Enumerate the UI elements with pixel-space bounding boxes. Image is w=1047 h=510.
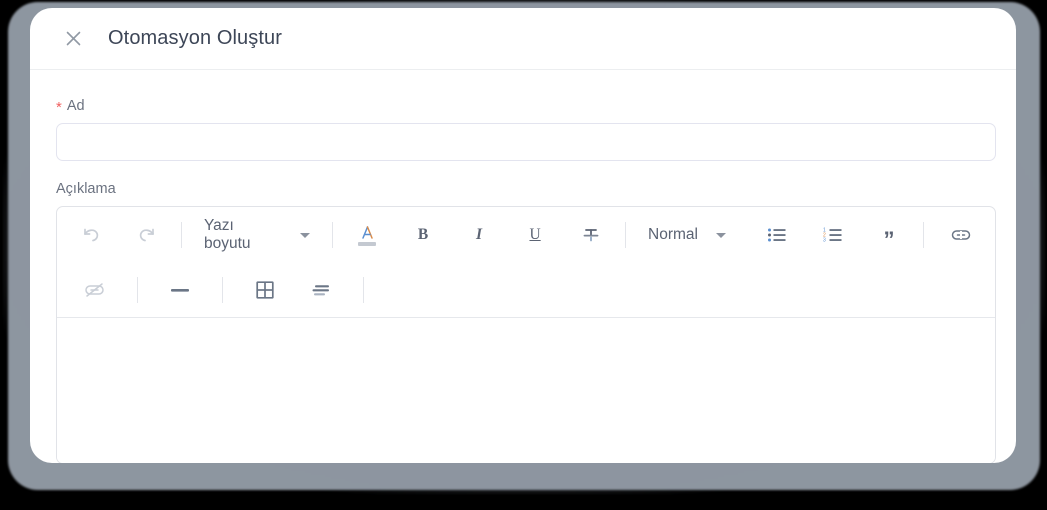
rich-text-editor: Yazı boyutu B I U Normal 1 2 3 ” (56, 206, 996, 463)
toolbar-divider (625, 222, 627, 248)
editor-toolbar-row-1: Yazı boyutu B I U Normal 1 2 3 ” (57, 207, 995, 263)
numbered-list-icon[interactable]: 1 2 3 (816, 218, 850, 252)
dialog-title: Otomasyon Oluştur (108, 27, 282, 49)
name-field-label: * Ad (56, 98, 990, 116)
horizontal-rule-icon[interactable] (163, 273, 197, 307)
italic-icon[interactable]: I (462, 218, 496, 252)
font-size-label: Yazı boyutu (203, 217, 251, 252)
link-icon[interactable] (944, 218, 978, 252)
dialog-header: Otomasyon Oluştur (30, 8, 1016, 70)
create-automation-dialog: Otomasyon Oluştur * Ad Açıklama Yazı boy… (30, 8, 1016, 463)
bold-glyph: B (417, 226, 429, 243)
bulleted-list-icon[interactable] (760, 218, 794, 252)
toolbar-divider (181, 222, 182, 248)
bold-icon[interactable]: B (406, 218, 440, 252)
svg-text:3: 3 (823, 238, 826, 243)
description-editor-content[interactable] (57, 318, 995, 463)
chevron-down-icon (300, 232, 311, 238)
paragraph-style-select[interactable]: Normal (642, 218, 732, 252)
toolbar-divider (363, 277, 364, 303)
name-label-text: Ad (66, 98, 85, 114)
undo-icon[interactable] (74, 218, 108, 252)
unlink-icon[interactable] (78, 273, 112, 307)
underline-glyph: U (529, 226, 541, 243)
strikethrough-icon[interactable] (574, 218, 608, 252)
paragraph-style-label: Normal (648, 226, 698, 243)
quote-glyph: ” (883, 227, 895, 252)
font-size-select[interactable]: Yazı boyutu (198, 217, 316, 252)
italic-glyph: I (476, 226, 483, 243)
align-left-icon[interactable] (304, 273, 338, 307)
chevron-down-icon (716, 232, 726, 238)
redo-icon[interactable] (130, 218, 164, 252)
description-label-text: Açıklama (56, 181, 116, 197)
dialog-body: * Ad Açıklama Yazı boyutu B I U Normal 1… (30, 70, 1016, 463)
close-icon[interactable] (56, 22, 90, 56)
toolbar-divider (332, 222, 334, 248)
text-color-icon[interactable] (350, 218, 384, 252)
description-field-label: Açıklama (56, 181, 990, 197)
toolbar-divider (137, 277, 138, 303)
table-icon[interactable] (248, 273, 282, 307)
editor-toolbar-row-2 (57, 263, 995, 317)
underline-icon[interactable]: U (518, 218, 552, 252)
toolbar-divider (222, 277, 223, 303)
name-input[interactable] (56, 123, 996, 161)
required-marker: * (56, 98, 62, 116)
blockquote-icon[interactable]: ” (872, 218, 906, 252)
toolbar-divider (923, 222, 924, 248)
